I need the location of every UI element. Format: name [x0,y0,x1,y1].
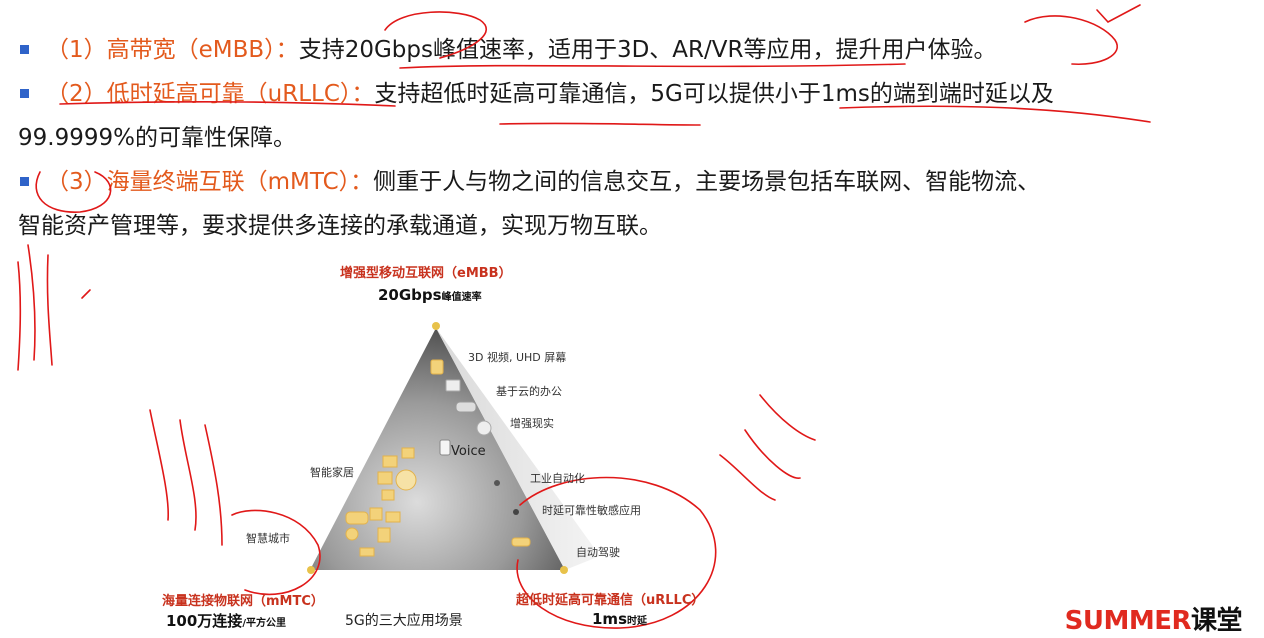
label-sensitive: 时延可靠性敏感应用 [542,504,641,517]
drone-icon [513,509,519,515]
tv-icon [445,379,461,392]
circle-experience-annotation [1024,15,1118,65]
home-appliance-icon [377,471,393,485]
label-smart-home: 智能家居 [310,466,354,479]
urllc-title: 超低时延高可靠通信（uRLLC） [516,593,705,608]
label-ar: 增强现实 [510,417,554,430]
house-icon [382,455,398,468]
auto-car-icon [511,537,531,547]
mmtc-unit: /平方公里 [242,618,286,629]
vertex-dot-icon [432,322,440,330]
fridge-icon [381,489,395,501]
check-mark-annotation [1096,4,1141,23]
building-icon [369,507,383,521]
vertex-dot-icon [560,566,568,574]
vertex-dot-icon [307,566,315,574]
label-driving: 自动驾驶 [576,546,620,559]
mobile-icon [439,439,451,456]
bus-icon [385,511,401,523]
figure-caption: 5G的三大应用场景 [345,613,463,629]
label-cloud-office: 基于云的办公 [496,385,562,398]
label-uhd: 3D 视频, UHD 屏幕 [468,351,567,364]
embb-unit: 峰值速率 [441,292,482,303]
margin-strokes-annotation [17,244,53,371]
logo-black: 课堂 [1190,606,1243,636]
robot-icon [494,480,500,486]
mmtc-title: 海量连接物联网（mMTC） [162,594,324,609]
embb-value: 20Gbps峰值速率 [378,286,482,304]
scenario-figure: 增强型移动互联网（eMBB） 20Gbps峰值速率 3D 视频, UHD 屏幕 … [0,0,1264,638]
globe-icon [476,420,492,436]
circle-20gbps-annotation [384,11,487,59]
underline-20gbps-annotation [399,63,906,69]
logo-red: SUMMER [1064,606,1192,636]
sensor-icon [345,527,359,541]
phone-icon [430,359,444,375]
left-arrow-annotation [149,409,223,546]
urllc-number: 1ms [592,610,627,628]
tower-icon [377,527,391,543]
pyramid-graphic [17,4,1151,629]
underline-urllc-annotation [59,101,396,107]
underline-ultralow-annotation [499,122,701,126]
summer-logo: SUMMER课堂 [1064,600,1243,637]
tablet-icon [401,447,415,459]
mmtc-value: 100万连接/平方公里 [166,610,286,631]
urllc-value: 1ms时延 [592,610,647,628]
embb-number: 20Gbps [378,286,442,304]
circle-city-annotation [231,509,321,596]
gamepad-icon [455,401,477,413]
label-industry: 工业自动化 [530,472,585,485]
label-smart-city: 智慧城市 [246,532,290,545]
circle-mmtc-annotation [35,171,112,213]
truck-icon [359,547,375,557]
mmtc-number: 100万连接 [166,612,243,630]
urllc-unit: 时延 [627,616,647,627]
washer-icon [395,469,417,491]
underline-1ms-annotation [839,105,1151,123]
embb-title: 增强型移动互联网（eMBB） [340,266,512,281]
car-icon [345,511,369,525]
voice-label: Voice [451,444,486,459]
tick-annotation [81,289,91,299]
right-arrow-annotation [719,394,816,501]
